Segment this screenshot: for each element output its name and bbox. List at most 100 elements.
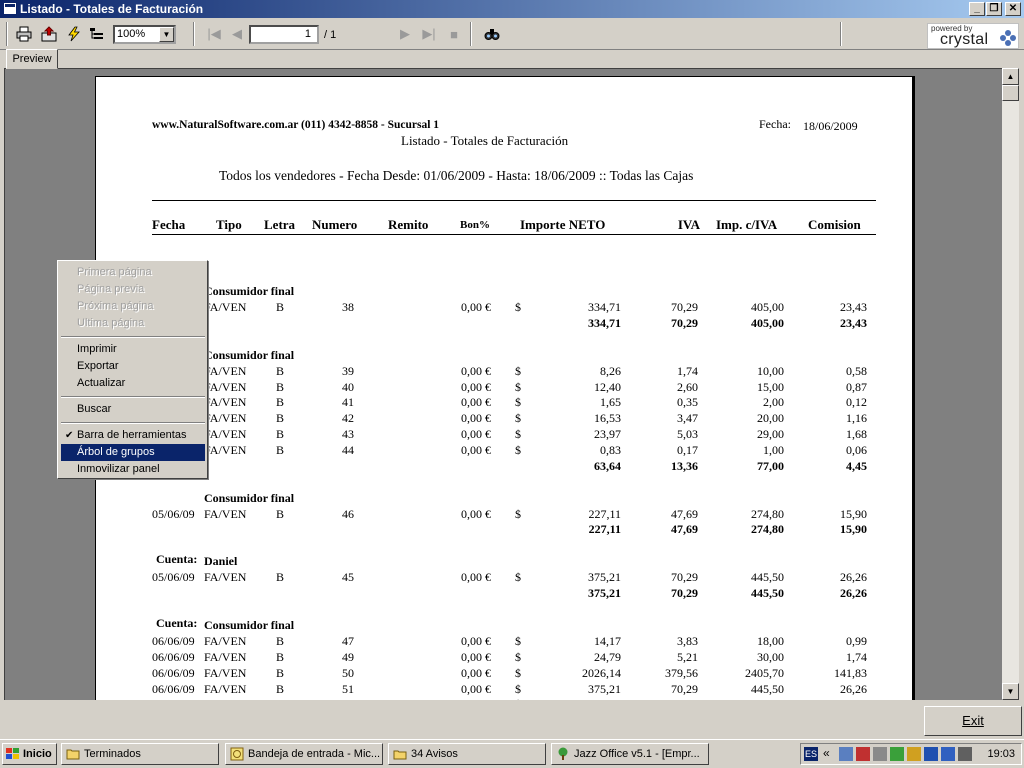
subtotal-row: 63,64 13,36 77,00 4,45 [96,459,914,474]
menu-item-arbol-de-grupos[interactable]: Árbol de grupos [61,444,205,461]
printer-icon[interactable] [873,747,887,761]
previous-page-icon[interactable]: ◀ [228,25,246,43]
export-icon[interactable] [40,25,58,43]
volume-icon[interactable] [941,747,955,761]
search-icon[interactable] [483,25,501,43]
cuenta-name: Consumidor final [204,347,295,362]
cell-civa: 29,00 [757,427,784,441]
next-page-icon[interactable]: ▶ [396,25,414,43]
cell-comision: 26,26 [840,570,867,585]
menu-item-label: Buscar [77,403,112,415]
monitor-icon[interactable] [958,747,972,761]
antivirus-icon[interactable] [856,747,870,761]
cell-iva: 70,29 [671,300,698,314]
cell-fecha: 05/06/09 [152,506,195,521]
cell-comision: 26,26 [840,681,867,696]
restore-button[interactable]: ❐ [986,2,1002,16]
cell-civa: 20,00 [757,411,784,426]
close-button[interactable]: ✕ [1005,2,1021,16]
cell-letra: B [276,300,285,314]
fecha-value: 18/06/2009 [803,119,858,133]
menu-item-ultima-pagina[interactable]: Ultima página [61,315,205,332]
update-icon[interactable] [890,747,904,761]
network-icon[interactable] [839,747,853,761]
header-divider [152,200,876,201]
menu-item-primera-pagina[interactable]: Primera página [61,264,205,281]
vertical-scrollbar[interactable]: ▲ ▼ [1002,68,1019,700]
group-tree-icon[interactable] [88,25,106,43]
column-header: Fecha [152,217,186,232]
cell-neto: 14,17 [594,634,621,649]
taskbar-item-avisos[interactable]: 34 Avisos [388,743,546,765]
total-iva: 47,69 [671,522,698,537]
menu-item-label: Ultima página [77,317,145,329]
menu-item-barra-de-herramientas[interactable]: ✔ Barra de herramientas [61,427,205,444]
menu-item-proxima-pagina[interactable]: Próxima página [61,298,205,315]
column-header: Comision [808,217,861,232]
alert-icon[interactable] [907,747,921,761]
cell-neto: 0,83 [600,442,621,457]
menu-item-actualizar[interactable]: Actualizar [61,375,205,392]
total-neto: 227,11 [588,522,621,537]
cuenta-name: Daniel [204,554,238,569]
menu-item-pagina-previa[interactable]: Página previa [61,281,205,298]
menu-item-imprimir[interactable]: Imprimir [61,341,205,358]
menu-item-inmovilizar-panel[interactable]: Inmovilizar panel [61,461,205,478]
cell-fecha: 06/06/09 [152,665,195,680]
page-number-input[interactable]: 1 [249,25,319,44]
chevron-down-icon[interactable]: ▼ [159,27,174,42]
stop-icon[interactable]: ■ [445,25,463,43]
cell-numero: 44 [342,442,354,457]
cell-iva: 3,47 [677,411,698,426]
last-page-icon[interactable]: ▶| [420,25,438,43]
scroll-thumb[interactable] [1002,85,1019,101]
cell-numero: 40 [342,379,354,394]
cell-bon: 0,00 € [461,411,491,426]
cell-comision: 1,68 [846,427,867,441]
menu-item-label: Inmovilizar panel [77,463,160,475]
print-icon[interactable] [15,25,33,43]
refresh-icon[interactable] [65,25,83,43]
first-page-icon[interactable]: |◀ [205,25,223,43]
cell-currency: $ [515,300,521,314]
cell-currency: $ [515,379,521,394]
start-button[interactable]: Inicio [2,743,57,765]
menu-item-label: Página previa [77,283,145,295]
taskbar-item-terminados[interactable]: Terminados [61,743,219,765]
fecha-label: Fecha: [759,117,791,131]
cell-civa: 1825,41 [745,697,784,700]
menu-item-buscar[interactable]: Buscar [61,401,205,418]
scroll-up-button[interactable]: ▲ [1002,68,1019,85]
toolbar-separator [6,22,8,46]
exit-button[interactable]: Exit [924,706,1022,736]
cell-currency: $ [515,395,521,410]
app-icon [3,2,17,15]
cell-tipo: FA/VEN [204,442,247,457]
cell-numero: 45 [342,570,354,585]
column-header: Remito [388,217,429,232]
minimize-button[interactable]: _ [969,2,985,16]
scroll-down-button[interactable]: ▼ [1002,683,1019,700]
checkmark-icon: ✔ [65,430,74,441]
tab-preview[interactable]: Preview [6,49,58,69]
cell-numero: 42 [342,411,354,426]
cell-civa: 18,00 [757,634,784,649]
zoom-select[interactable]: 100% ▼ [113,25,176,44]
table-row: 05/06/09 FA/VEN B 46 0,00 € $227,11 47,69 274,8… [96,507,914,522]
column-header: IVA [677,217,700,232]
total-neto: 334,71 [588,315,621,330]
cell-neto: 375,21 [588,681,621,696]
messenger-icon[interactable] [924,747,938,761]
cell-civa: 274,80 [751,506,784,521]
taskbar-item-bandeja[interactable]: Bandeja de entrada - Mic... [225,743,383,765]
cell-bon: 0,00 € [461,300,491,314]
taskbar-item-jazz-office[interactable]: Jazz Office v5.1 - [Empr... [551,743,709,765]
cell-iva: 5,21 [677,650,698,664]
show-hidden-icons-icon[interactable]: « [823,746,830,760]
table-row: 06/06/09 FA/VEN B 47 0,00 € $14,17 3,83 18,00 0,… [96,634,914,649]
cell-civa: 2,00 [763,395,784,410]
total-civa: 77,00 [757,458,784,473]
menu-item-exportar[interactable]: Exportar [61,358,205,375]
language-indicator[interactable]: ES [804,747,818,761]
cell-iva: 0,17 [677,442,698,457]
